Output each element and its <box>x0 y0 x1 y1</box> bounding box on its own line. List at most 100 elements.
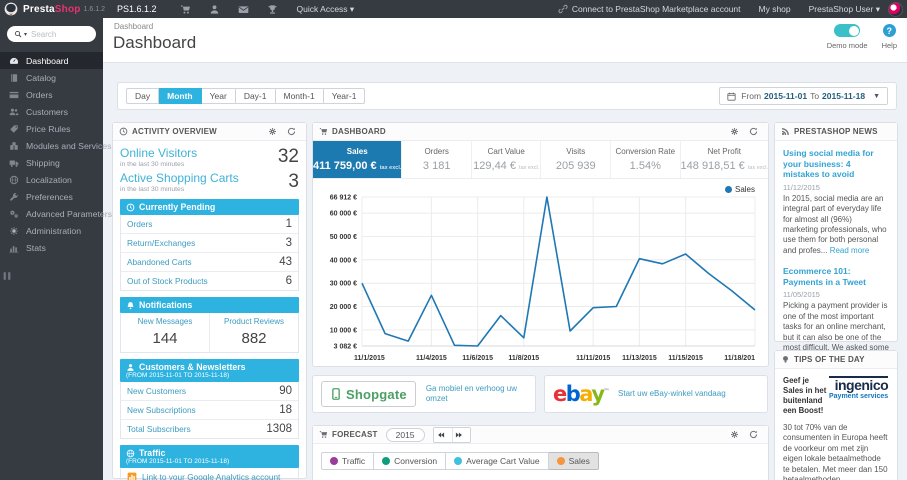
globe-icon <box>9 175 19 185</box>
legend-dot-icon <box>330 457 338 465</box>
filter-month-1-button[interactable]: Month-1 <box>275 88 324 104</box>
page-title: Dashboard <box>113 33 197 52</box>
sidebar-item-shipping[interactable]: Shipping <box>0 154 103 171</box>
sidebar-item-orders[interactable]: Orders <box>0 86 103 103</box>
forecast-next-button[interactable] <box>451 427 470 442</box>
panel-refresh-icon[interactable] <box>749 430 758 439</box>
panel-settings-icon[interactable] <box>730 127 739 136</box>
tip-headline: Geef je Sales in het buitenland een Boos… <box>783 376 827 416</box>
sidebar-item-customers[interactable]: Customers <box>0 103 103 120</box>
svg-text:30 000 €: 30 000 € <box>330 281 357 288</box>
shop-version-link[interactable]: PS1.6.1.2 <box>117 4 157 14</box>
sidebar-item-catalog[interactable]: Catalog <box>0 69 103 86</box>
panel-refresh-icon[interactable] <box>749 127 758 136</box>
news-article-date: 11/05/2015 <box>783 290 820 300</box>
fast-forward-icon <box>455 431 463 439</box>
kpi-net-profit-tab[interactable]: Net Profit 148 918,51 € tax excl. <box>681 141 768 178</box>
forecast-panel: FORECAST 2015 Traffic Conversion Average… <box>312 425 769 480</box>
sidebar-collapse-icon[interactable] <box>0 270 14 282</box>
tag-icon <box>9 124 19 134</box>
breadcrumb[interactable]: Dashboard <box>114 22 153 31</box>
user-icon <box>126 363 135 372</box>
forecast-legend-average-cart-value[interactable]: Average Cart Value <box>446 452 549 470</box>
page-header: Dashboard Dashboard Demo mode ? Help <box>103 18 907 63</box>
panel-title: ACTIVITY OVERVIEW <box>132 127 217 136</box>
forecast-legend-traffic[interactable]: Traffic <box>321 452 375 470</box>
sidebar-item-advanced-parameters[interactable]: Advanced Parameters <box>0 205 112 222</box>
chart-legend-sales[interactable]: Sales <box>724 185 755 194</box>
product-reviews-cell[interactable]: Product Reviews 882 <box>209 313 298 353</box>
sidebar: ▾ Search Dashboard Catalog Orders Custom… <box>0 18 112 480</box>
demo-mode-toggle[interactable]: Demo mode <box>827 24 868 50</box>
google-analytics-link[interactable]: Link to your Google Analytics account <box>120 468 299 480</box>
new-messages-cell[interactable]: New Messages 144 <box>121 313 209 352</box>
panel-refresh-icon[interactable] <box>287 127 296 136</box>
read-more-link[interactable]: Read more <box>830 246 870 255</box>
sidebar-item-administration[interactable]: Administration <box>0 222 103 239</box>
active-carts-metric[interactable]: Active Shopping Carts in the last 30 minu… <box>120 171 299 193</box>
marketplace-link[interactable]: Connect to PrestaShop Marketplace accoun… <box>558 4 741 14</box>
abandoned-carts-row[interactable]: Abandoned Carts 43 <box>121 253 298 273</box>
legend-dot-icon <box>556 457 565 465</box>
news-article-title[interactable]: Using social media for your business: 4 … <box>783 148 889 180</box>
quick-access-menu[interactable]: Quick Access ▾ <box>297 4 355 15</box>
svg-text:11/11/2015: 11/11/2015 <box>576 355 610 362</box>
messages-icon[interactable] <box>238 4 249 15</box>
filter-year-button[interactable]: Year <box>201 88 236 104</box>
sidebar-item-stats[interactable]: Stats <box>0 239 103 256</box>
forecast-prev-button[interactable] <box>433 427 452 442</box>
pending-returns-row[interactable]: Return/Exchanges 3 <box>121 234 298 254</box>
ingenico-logo[interactable]: ingenico Payment services <box>829 376 889 417</box>
out-of-stock-row[interactable]: Out of Stock Products 6 <box>121 272 298 290</box>
dashboard-panel: DASHBOARD Sales 411 759,00 € tax excl. Or… <box>312 122 769 367</box>
online-visitors-metric[interactable]: Online Visitors in the last 30 minutes 32 <box>120 146 299 168</box>
kpi-sales-tab[interactable]: Sales 411 759,00 € tax excl. <box>313 141 403 178</box>
sidebar-item-localization[interactable]: Localization <box>0 171 103 188</box>
kpi-visits-tab[interactable]: Visits 205 939 <box>541 141 611 178</box>
search-scope-caret-icon[interactable]: ▾ <box>24 31 27 38</box>
customer-icon[interactable] <box>209 4 220 15</box>
forecast-legend-conversion[interactable]: Conversion <box>374 452 447 470</box>
new-subscriptions-row[interactable]: New Subscriptions 18 <box>121 401 298 421</box>
rss-icon <box>781 127 790 136</box>
ebay-link[interactable]: Start uw eBay-winkel vandaag <box>618 389 726 399</box>
avatar[interactable] <box>888 1 903 17</box>
lightbulb-icon <box>781 355 790 364</box>
forecast-year-pill[interactable]: 2015 <box>385 427 425 442</box>
sidebar-item-modules[interactable]: Modules and Services <box>0 137 111 154</box>
globe-icon <box>126 449 135 458</box>
user-menu[interactable]: PrestaShop User ▾ <box>809 4 880 15</box>
filter-day-1-button[interactable]: Day-1 <box>235 88 276 104</box>
tips-of-the-day-panel: TIPS OF THE DAY Geef je Sales in het bui… <box>774 350 898 480</box>
filter-month-button[interactable]: Month <box>159 88 202 104</box>
sidebar-item-preferences[interactable]: Preferences <box>0 188 103 205</box>
cart-icon <box>319 127 328 136</box>
ebay-banner[interactable]: ebay™ Start uw eBay-winkel vandaag <box>544 375 768 413</box>
cart-icon[interactable] <box>180 4 191 15</box>
panel-settings-icon[interactable] <box>730 430 739 439</box>
filter-day-button[interactable]: Day <box>126 88 160 104</box>
panel-settings-icon[interactable] <box>268 127 277 136</box>
news-article-title[interactable]: Ecommerce 101: Payments in a Tweet <box>783 266 889 287</box>
my-shop-link[interactable]: My shop <box>759 4 791 14</box>
help-button[interactable]: ? Help <box>882 24 897 50</box>
cart-icon <box>319 430 328 439</box>
svg-text:60 000 €: 60 000 € <box>330 211 357 218</box>
shopgate-banner[interactable]: Shopgate Ga mobiel en verhoog uw omzet <box>312 375 536 413</box>
kpi-conversion-rate-tab[interactable]: Conversion Rate 1.54% <box>611 141 681 178</box>
kpi-orders-tab[interactable]: Orders 3 181 <box>402 141 472 178</box>
filter-year-1-button[interactable]: Year-1 <box>323 88 366 104</box>
sidebar-item-dashboard[interactable]: Dashboard <box>0 52 103 69</box>
search-input[interactable]: ▾ Search <box>7 26 96 42</box>
svg-text:20 000 €: 20 000 € <box>330 304 357 311</box>
new-customers-row[interactable]: New Customers 90 <box>121 382 298 402</box>
sidebar-item-price-rules[interactable]: Price Rules <box>0 120 103 137</box>
analytics-icon <box>127 472 137 480</box>
date-range-button[interactable]: From 2015-11-01 To 2015-11-18 ▼ <box>719 87 888 105</box>
trophy-icon[interactable] <box>267 4 278 15</box>
shopgate-link[interactable]: Ga mobiel en verhoog uw omzet <box>426 384 527 405</box>
kpi-cart-value-tab[interactable]: Cart Value 129,44 € tax excl. <box>472 141 542 178</box>
total-subscribers-row[interactable]: Total Subscribers 1308 <box>121 420 298 438</box>
forecast-legend-sales[interactable]: Sales <box>548 452 599 470</box>
pending-orders-row[interactable]: Orders 1 <box>121 215 298 235</box>
